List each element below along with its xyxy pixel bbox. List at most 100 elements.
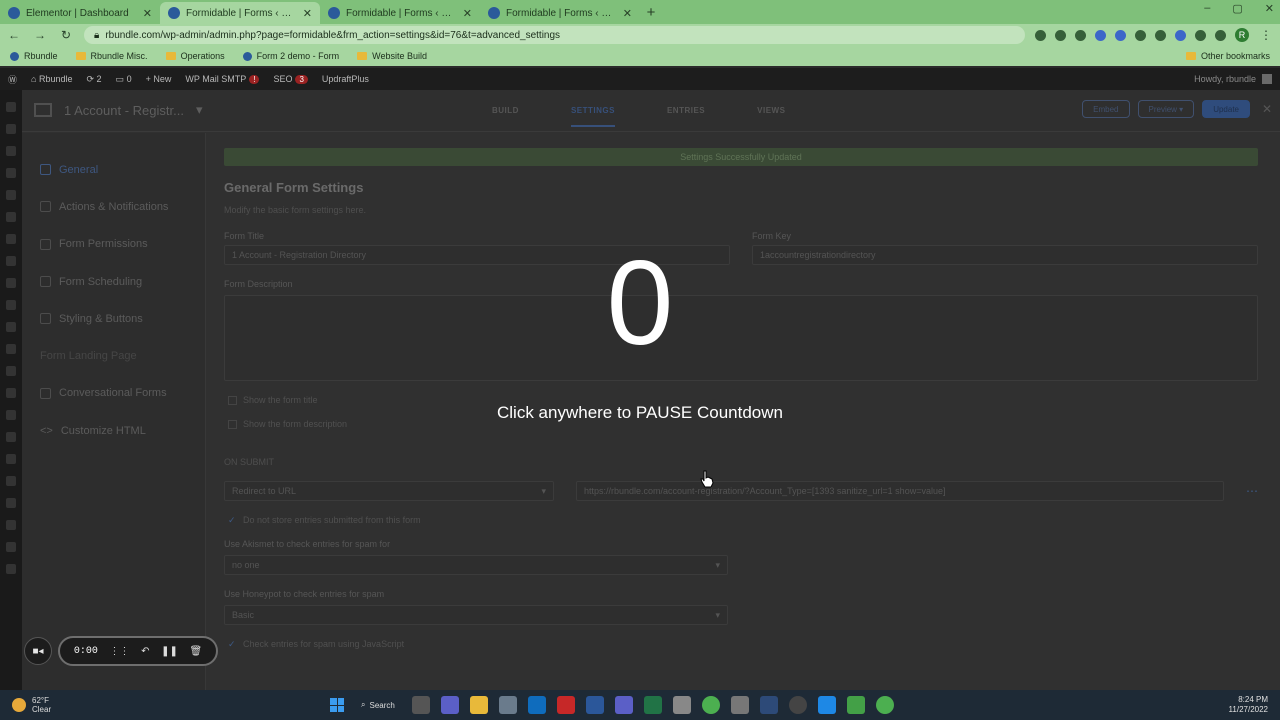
vscode-icon[interactable]	[817, 696, 836, 714]
snipping-tool-icon[interactable]	[672, 696, 691, 714]
excel-icon[interactable]	[643, 696, 662, 714]
chrome-profile-icon[interactable]	[875, 696, 894, 714]
browser-tab[interactable]: Formidable | Forms ‹ Rbundle — ✕	[320, 2, 480, 24]
close-window-icon[interactable]: ✕	[1265, 2, 1274, 15]
url-field[interactable]: 🔒︎ rbundle.com/wp-admin/admin.php?page=f…	[84, 26, 1025, 44]
comments-link[interactable]: ▭ 0	[116, 74, 132, 85]
recording-countdown-overlay[interactable]: 0 Click anywhere to PAUSE Countdown	[0, 90, 1280, 690]
url-text: rbundle.com/wp-admin/admin.php?page=form…	[105, 29, 561, 41]
new-content-link[interactable]: + New	[146, 74, 172, 84]
temperature: 62°F	[32, 696, 49, 705]
pause-icon[interactable]: ❚❚	[161, 646, 178, 657]
windows-taskbar: 62°F Clear ⌕ Search 8:24 PM 11/27/2022	[0, 690, 1280, 720]
browser-menu-icon[interactable]: ⋮	[1258, 28, 1274, 42]
word-icon[interactable]	[585, 696, 604, 714]
formidable-favicon-icon	[488, 7, 500, 19]
folder-icon	[75, 52, 86, 60]
folder-icon	[357, 52, 368, 60]
updraftplus-link[interactable]: UpdraftPlus	[322, 74, 369, 84]
camera-toggle-icon[interactable]: ■◂	[24, 637, 52, 665]
file-explorer-icon[interactable]	[469, 696, 488, 714]
recording-timer: 0:00	[73, 645, 98, 657]
extension-icon[interactable]	[1135, 29, 1146, 41]
ths-app-icon[interactable]	[759, 696, 778, 714]
wordpress-logo-icon[interactable]: Ⓦ	[8, 73, 17, 86]
seo-link[interactable]: SEO 3	[273, 74, 308, 84]
trash-icon[interactable]: 🗑︎	[189, 646, 202, 657]
browser-tab-active[interactable]: Formidable | Forms ‹ Rbundle — ✕	[160, 2, 320, 24]
undo-icon[interactable]: ↶	[141, 646, 149, 657]
forward-arrow-icon[interactable]: →	[32, 28, 48, 42]
folder-icon	[165, 52, 176, 60]
camera-extension-icon[interactable]	[1035, 29, 1046, 41]
user-avatar	[1262, 74, 1272, 84]
acrobat-icon[interactable]	[556, 696, 575, 714]
home-icon: ⌂	[31, 74, 39, 84]
taskbar-search[interactable]: ⌕ Search	[355, 695, 401, 715]
extension-icons: R ⋮	[1035, 28, 1274, 42]
site-name-link[interactable]: ⌂ Rbundle	[31, 74, 72, 84]
bookmark-item[interactable]: Rbundle	[10, 51, 58, 61]
profile-avatar[interactable]: R	[1235, 28, 1249, 42]
address-bar-row: ← → ↻ 🔒︎ rbundle.com/wp-admin/admin.php?…	[0, 24, 1280, 46]
extension-icon[interactable]	[1175, 29, 1186, 41]
moon-weather-icon	[12, 698, 26, 712]
elementor-favicon-icon	[8, 7, 20, 19]
outlook-icon[interactable]	[527, 696, 546, 714]
settings-icon[interactable]	[498, 696, 517, 714]
windows-start-icon[interactable]	[330, 698, 344, 712]
bookmark-folder[interactable]: Operations	[165, 51, 225, 61]
extension-icon[interactable]	[1095, 29, 1106, 41]
reload-icon[interactable]: ↻	[58, 28, 74, 42]
close-tab-icon[interactable]: ✕	[623, 7, 632, 20]
close-tab-icon[interactable]: ✕	[143, 7, 152, 20]
browser-tab-strip: Elementor | Dashboard ✕ Formidable | For…	[0, 0, 1280, 24]
extension-icon[interactable]	[1155, 29, 1166, 41]
puzzle-extensions-icon[interactable]	[1195, 29, 1206, 41]
close-tab-icon[interactable]: ✕	[463, 7, 472, 20]
close-tab-icon[interactable]: ✕	[303, 7, 312, 20]
account-menu[interactable]: Howdy, rbundle	[1194, 74, 1272, 84]
extension-icon[interactable]	[1115, 29, 1126, 41]
formidable-favicon-icon	[328, 7, 340, 19]
weather-condition: Clear	[32, 705, 52, 714]
taskbar-apps: ⌕ Search	[330, 695, 894, 715]
bookmarks-bar: Rbundle Rbundle Misc. Operations Form 2 …	[0, 46, 1280, 66]
bookmark-item[interactable]: Form 2 demo - Form	[242, 51, 339, 61]
new-tab-button[interactable]: +	[640, 2, 662, 24]
bookmark-favicon-icon	[10, 51, 19, 61]
app-icon[interactable]	[846, 696, 865, 714]
window-controls: – ▢ ✕	[1204, 2, 1274, 15]
teams-chat-icon[interactable]	[614, 696, 633, 714]
chrome-icon[interactable]	[701, 696, 720, 714]
minimize-icon[interactable]: –	[1204, 2, 1210, 15]
grid-icon[interactable]: ⋮⋮	[109, 646, 129, 657]
taskbar-clock[interactable]: 8:24 PM 11/27/2022	[1229, 695, 1280, 715]
formidable-favicon-icon	[168, 7, 180, 19]
seo-badge: 3	[295, 75, 308, 84]
tab-title: Formidable | Forms ‹ Rbundle —	[346, 7, 457, 19]
hand-cursor-icon	[700, 470, 714, 488]
share-icon[interactable]	[1055, 29, 1066, 41]
wp-admin-bar: Ⓦ ⌂ Rbundle ⟳ 2 ▭ 0 + New WP Mail SMTP! …	[0, 68, 1280, 90]
github-icon[interactable]	[788, 696, 807, 714]
wp-mail-smtp-link[interactable]: WP Mail SMTP!	[185, 74, 260, 84]
sidebar-toggle-icon[interactable]	[1215, 29, 1226, 41]
browser-tab[interactable]: Elementor | Dashboard ✕	[0, 2, 160, 24]
screen-recorder-controls: ■◂ 0:00 ⋮⋮ ↶ ❚❚ 🗑︎	[24, 636, 218, 666]
weather-widget[interactable]: 62°F Clear	[0, 696, 330, 714]
back-arrow-icon[interactable]: ←	[6, 28, 22, 42]
star-bookmark-icon[interactable]	[1075, 29, 1086, 41]
bookmark-folder[interactable]: Rbundle Misc.	[75, 51, 148, 61]
maximize-icon[interactable]: ▢	[1232, 2, 1242, 15]
smtp-badge: !	[249, 75, 260, 84]
tab-title: Formidable | Forms ‹ Rbundle —	[506, 7, 617, 19]
task-view-icon[interactable]	[411, 696, 430, 714]
app-icon[interactable]	[730, 696, 749, 714]
browser-tab[interactable]: Formidable | Forms ‹ Rbundle — ✕	[480, 2, 640, 24]
other-bookmarks-folder[interactable]: Other bookmarks	[1185, 51, 1270, 61]
teams-icon[interactable]	[440, 696, 459, 714]
pause-instruction: Click anywhere to PAUSE Countdown	[497, 403, 783, 422]
updates-link[interactable]: ⟳ 2	[86, 74, 101, 85]
bookmark-folder[interactable]: Website Build	[357, 51, 427, 61]
